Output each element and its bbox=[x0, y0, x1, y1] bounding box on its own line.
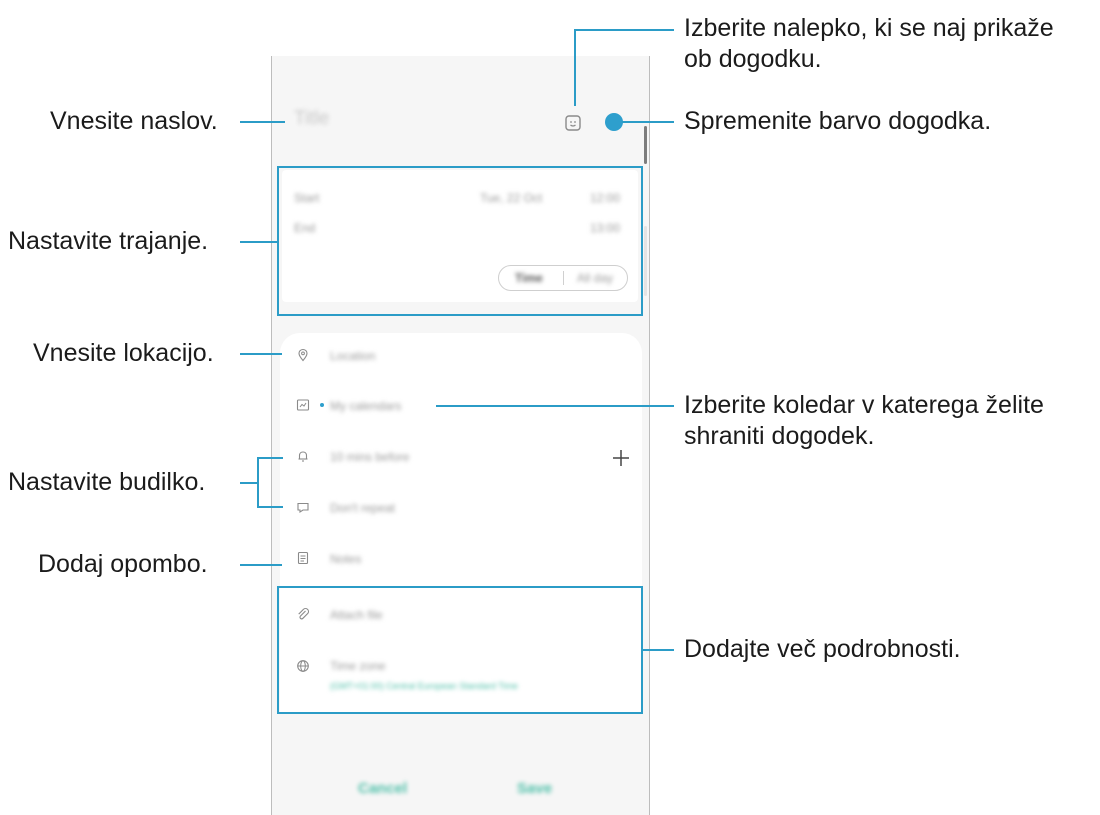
cancel-button[interactable]: Cancel bbox=[358, 780, 407, 797]
details-card: Location My calendars 10 mins before Don… bbox=[280, 333, 642, 603]
callout-sticker-line1: Izberite nalepko, ki se naj prikaže bbox=[684, 14, 1054, 42]
location-pin-icon bbox=[298, 348, 308, 362]
bell-icon bbox=[298, 451, 308, 462]
callout-location: Vnesite lokacijo. bbox=[33, 339, 214, 367]
event-color-dot[interactable] bbox=[605, 113, 623, 131]
alarm-bracket-vertical bbox=[257, 457, 259, 508]
duration-highlight-frame bbox=[277, 166, 643, 316]
details-highlight-frame bbox=[277, 586, 643, 714]
title-leader bbox=[240, 121, 285, 123]
notes-field[interactable]: Notes bbox=[330, 552, 361, 566]
location-field[interactable]: Location bbox=[330, 349, 375, 363]
calendar-leader bbox=[436, 405, 674, 407]
calendar-field[interactable]: My calendars bbox=[330, 399, 401, 413]
alarm-bracket-top bbox=[257, 457, 283, 459]
callout-color: Spremenite barvo dogodka. bbox=[684, 107, 992, 135]
color-leader bbox=[622, 121, 674, 123]
note-icon bbox=[297, 551, 309, 565]
callout-calendar-line2: shraniti dogodek. bbox=[684, 422, 875, 450]
calendar-color-dot bbox=[320, 403, 324, 407]
callout-alarm: Nastavite budilko. bbox=[8, 468, 206, 496]
alarm-bracket-bottom bbox=[257, 506, 283, 508]
add-alarm-plus-icon[interactable] bbox=[610, 447, 632, 469]
save-button[interactable]: Save bbox=[517, 780, 552, 797]
title-input[interactable]: Title bbox=[294, 108, 329, 130]
sticker-leader-horizontal bbox=[574, 29, 674, 31]
note-leader bbox=[240, 564, 282, 566]
repeat-field[interactable]: Don't repeat bbox=[330, 501, 395, 515]
scrollbar-track bbox=[644, 226, 647, 296]
callout-duration: Nastavite trajanje. bbox=[8, 227, 209, 255]
scrollbar[interactable] bbox=[644, 126, 647, 164]
alarm-leader bbox=[240, 482, 258, 484]
alarm-field[interactable]: 10 mins before bbox=[330, 450, 409, 464]
callout-calendar-line1: Izberite koledar v katerega želite bbox=[684, 391, 1044, 419]
repeat-icon bbox=[297, 502, 309, 514]
duration-leader bbox=[240, 241, 277, 243]
callout-sticker-line2: ob dogodku. bbox=[684, 45, 822, 73]
calendar-icon bbox=[296, 399, 310, 411]
sticker-icon[interactable] bbox=[564, 114, 582, 132]
callout-title: Vnesite naslov. bbox=[50, 107, 218, 135]
location-leader bbox=[240, 353, 282, 355]
callout-note: Dodaj opombo. bbox=[38, 550, 208, 578]
callout-details: Dodajte več podrobnosti. bbox=[684, 635, 961, 663]
details-leader bbox=[642, 649, 674, 651]
sticker-leader-vertical bbox=[574, 29, 576, 106]
